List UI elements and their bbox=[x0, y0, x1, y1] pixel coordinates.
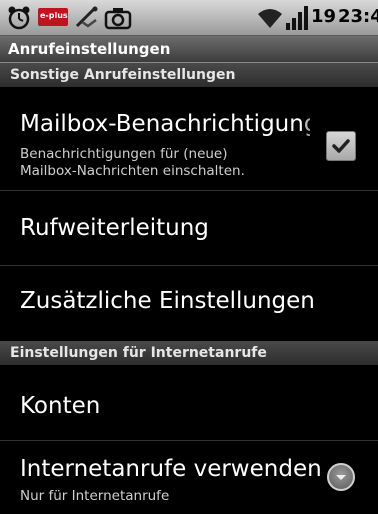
camera-icon bbox=[104, 5, 132, 35]
item-title: Rufweiterleitung bbox=[20, 215, 209, 241]
item-title: Konten bbox=[20, 393, 101, 419]
title-fade bbox=[300, 110, 324, 150]
item-summary-line2: Mailbox-Nachrichten einschalten. bbox=[20, 163, 245, 179]
item-title: Mailbox-Benachrichtigung bbox=[20, 111, 310, 137]
list-item-use-internet-calls[interactable]: Internetanrufe verwenden Nur für Interne… bbox=[0, 441, 378, 514]
section-header-other-call-settings: Sonstige Anrufeinstellungen bbox=[0, 63, 378, 87]
list-item-accounts[interactable]: Konten bbox=[0, 366, 378, 440]
status-bar: e-plus 19 23:44 bbox=[0, 0, 378, 36]
chevron-down-icon bbox=[336, 475, 346, 480]
list-item-call-forwarding[interactable]: Rufweiterleitung bbox=[0, 191, 378, 265]
wifi-icon bbox=[256, 6, 284, 34]
mailbox-notification-checkbox[interactable] bbox=[326, 131, 356, 161]
title-bar: Anrufeinstellungen bbox=[0, 36, 378, 63]
page-title: Anrufeinstellungen bbox=[8, 40, 171, 58]
signal-number: 19 bbox=[311, 6, 337, 27]
alarm-clock-icon bbox=[6, 5, 32, 35]
item-title: Zusätzliche Einstellungen bbox=[20, 288, 315, 314]
section-label: Einstellungen für Internetanrufe bbox=[10, 345, 267, 361]
usb-icon bbox=[74, 6, 100, 34]
item-summary: Nur für Internetanrufe bbox=[20, 488, 170, 504]
list-item-additional-settings[interactable]: Zusätzliche Einstellungen bbox=[0, 266, 378, 341]
item-title: Internetanrufe verwenden bbox=[20, 456, 322, 482]
internet-calls-dropdown[interactable] bbox=[327, 463, 355, 491]
carrier-label: e-plus bbox=[40, 11, 68, 20]
signal-bars-icon bbox=[286, 5, 310, 35]
section-label: Sonstige Anrufeinstellungen bbox=[10, 67, 236, 83]
item-summary-line1: Benachrichtigungen für (neue) bbox=[20, 146, 228, 162]
check-mark-icon bbox=[332, 139, 350, 153]
section-header-internet-call-settings: Einstellungen für Internetanrufe bbox=[0, 341, 378, 365]
clock-time: 23:44 bbox=[338, 6, 378, 27]
